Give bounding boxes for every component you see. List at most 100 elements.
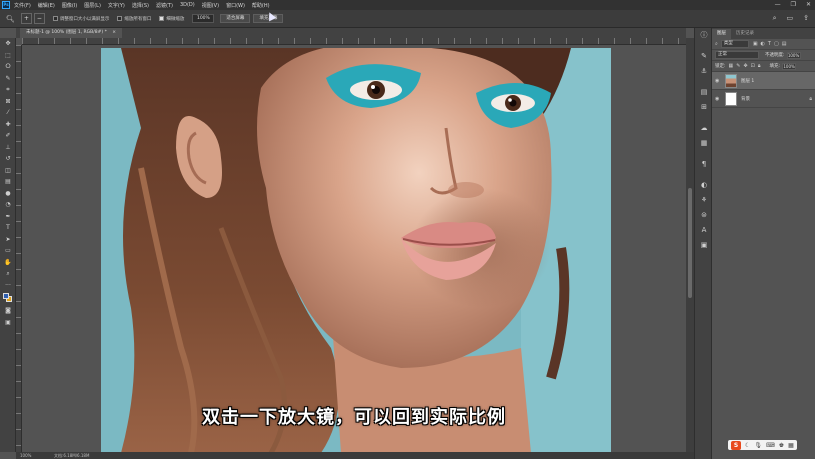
menu-select[interactable]: 选择(S)	[132, 2, 149, 9]
fill-field[interactable]: 100%	[782, 62, 797, 70]
layer-row-background[interactable]: ◉ 背景 🔒︎	[712, 90, 815, 108]
type-tool-icon[interactable]: T	[0, 222, 16, 234]
quick-select-tool-icon[interactable]: ✎	[0, 73, 16, 85]
brush-settings-icon[interactable]: ✎	[695, 49, 713, 64]
eye-icon[interactable]: ◉	[715, 96, 723, 102]
menu-help[interactable]: 帮助(H)	[252, 2, 270, 9]
document-tab[interactable]: 未标题-1 @ 100% (图层 1, RGB/8#) * ×	[20, 28, 123, 38]
menu-file[interactable]: 文件(F)	[14, 2, 31, 9]
eye-icon[interactable]: ◉	[715, 78, 723, 84]
microphone-icon[interactable]: 🎙︎	[754, 442, 762, 449]
zoom-percent-field[interactable]: 100%	[192, 14, 215, 23]
marquee-tool-icon[interactable]: ⬚	[0, 50, 16, 62]
fit-screen-button[interactable]: 适合屏幕	[220, 14, 251, 23]
menu-layer[interactable]: 图层(L)	[84, 2, 101, 9]
skin-icon[interactable]: ♚	[779, 442, 784, 449]
frame-tool-icon[interactable]: ⊠	[0, 96, 16, 108]
foreground-color-swatch[interactable]	[3, 293, 9, 299]
lasso-tool-icon[interactable]: ⵔ	[0, 61, 16, 73]
keyboard-icon[interactable]: ⌨	[766, 442, 775, 449]
clone-stamp-tool-icon[interactable]: ⊥	[0, 142, 16, 154]
filter-shape-icon[interactable]: ▢	[774, 41, 779, 47]
dodge-tool-icon[interactable]: ◔	[0, 199, 16, 211]
minimize-icon[interactable]: —	[775, 1, 781, 8]
sogou-logo-icon[interactable]: S	[731, 440, 741, 450]
close-icon[interactable]: ✕	[806, 1, 811, 8]
scrubby-zoom-checkbox[interactable]: 细微缩放	[159, 16, 184, 22]
search-icon[interactable]: ⌕	[773, 14, 777, 23]
filter-type-icon[interactable]: T	[768, 41, 771, 47]
lock-icon: 🔒︎	[809, 95, 812, 102]
vertical-scrollbar[interactable]	[686, 38, 694, 452]
grid-menu-icon[interactable]: ▦	[788, 442, 794, 449]
eyedropper-tool-icon[interactable]: ⁄	[0, 107, 16, 119]
shape-tool-icon[interactable]: ▭	[0, 245, 16, 257]
zoom-in-icon[interactable]: +	[20, 13, 32, 24]
paragraph-icon[interactable]: ¶	[695, 157, 713, 172]
info-icon[interactable]: ⓘ	[695, 28, 713, 43]
libraries-icon[interactable]: ☁	[695, 121, 713, 136]
character-icon[interactable]: A	[695, 223, 713, 238]
pen-tool-icon[interactable]: ✒	[0, 211, 16, 223]
clone-source-icon[interactable]: ⚓	[695, 64, 713, 79]
tab-close-icon[interactable]: ×	[112, 30, 116, 35]
styles-icon[interactable]: ⚘	[695, 193, 713, 208]
menu-type[interactable]: 文字(Y)	[108, 2, 125, 9]
menu-image[interactable]: 图像(I)	[62, 2, 77, 9]
brush-tool-icon[interactable]: ✐	[0, 130, 16, 142]
menu-edit[interactable]: 编辑(E)	[38, 2, 55, 9]
status-zoom[interactable]: 100%	[20, 452, 31, 459]
move-tool-icon[interactable]: ✥	[0, 38, 16, 50]
menu-filter[interactable]: 滤镜(T)	[156, 2, 173, 9]
menu-view[interactable]: 视图(V)	[202, 2, 219, 9]
healing-brush-tool-icon[interactable]: ✚	[0, 119, 16, 131]
quick-mask-icon[interactable]: ◙	[0, 305, 16, 317]
more-tools-icon[interactable]: ···	[0, 280, 16, 292]
color-swatches[interactable]	[0, 291, 16, 305]
screen-mode-icon[interactable]: ▣	[0, 317, 16, 329]
blur-tool-icon[interactable]: ●	[0, 188, 16, 200]
crop-tool-icon[interactable]: ⌗	[0, 84, 16, 96]
blend-mode-select[interactable]: 正常	[715, 51, 759, 59]
channels-icon[interactable]: ⊜	[695, 208, 713, 223]
lock-artboard-icon[interactable]: ⊡	[751, 63, 755, 69]
restore-icon[interactable]: ❐	[791, 1, 796, 8]
zoom-tool-icon[interactable]: 🔍︎	[6, 15, 15, 23]
color-icon[interactable]: ◐	[695, 178, 713, 193]
layer-row-layer1[interactable]: ◉ 图层 1	[712, 72, 815, 90]
options-right-icons: ⌕ ▭ ⇪	[773, 14, 809, 23]
zoom-out-icon[interactable]: −	[33, 13, 45, 24]
share-icon[interactable]: ⇪	[803, 14, 809, 23]
canvas-workarea[interactable]: 双击一下放大镜，可以回到实际比例	[22, 45, 686, 453]
document-tab-bar: 未标题-1 @ 100% (图层 1, RGB/8#) * ×	[16, 28, 686, 38]
filter-kind-select[interactable]: 类型	[720, 40, 749, 48]
lock-transparent-icon[interactable]: ▦	[729, 63, 734, 69]
lock-image-icon[interactable]: ✎	[736, 63, 740, 69]
scrollbar-thumb[interactable]	[688, 188, 692, 298]
workspace-icon[interactable]: ▭	[787, 14, 794, 23]
filter-smart-icon[interactable]: ▤	[782, 41, 787, 47]
resize-windows-checkbox[interactable]: 调整窗口大小以满屏显示	[52, 16, 109, 22]
hand-tool-icon[interactable]: ✋	[0, 257, 16, 269]
menu-window[interactable]: 窗口(W)	[226, 2, 245, 9]
moon-icon[interactable]: ☾	[745, 442, 750, 449]
menu-3d[interactable]: 3D(D)	[180, 2, 195, 8]
filter-adjust-icon[interactable]: ◐	[761, 41, 765, 47]
adjustments-icon[interactable]: ⊞	[695, 100, 713, 115]
history-brush-tool-icon[interactable]: ↺	[0, 153, 16, 165]
status-doc-info[interactable]: 文档:6.18M/6.18M	[54, 452, 89, 459]
gradient-tool-icon[interactable]: ▤	[0, 176, 16, 188]
swatches-icon[interactable]: ▦	[695, 136, 713, 151]
filter-pixel-icon[interactable]: ▣	[753, 41, 758, 47]
zoom-all-checkbox[interactable]: 缩放所有窗口	[117, 16, 151, 22]
zoom-tool-icon[interactable]: ⌕	[0, 268, 16, 280]
tab-history[interactable]: 历史记录	[731, 29, 759, 39]
lock-position-icon[interactable]: ✥	[743, 63, 747, 69]
tab-layers[interactable]: 图层	[712, 29, 731, 39]
path-select-tool-icon[interactable]: ➤	[0, 234, 16, 246]
glyphs-icon[interactable]: ▣	[695, 238, 713, 253]
properties-icon[interactable]: ▤	[695, 85, 713, 100]
eraser-tool-icon[interactable]: ◫	[0, 165, 16, 177]
lock-all-icon[interactable]: 🔒︎	[758, 63, 761, 69]
opacity-field[interactable]: 100%	[786, 51, 801, 59]
